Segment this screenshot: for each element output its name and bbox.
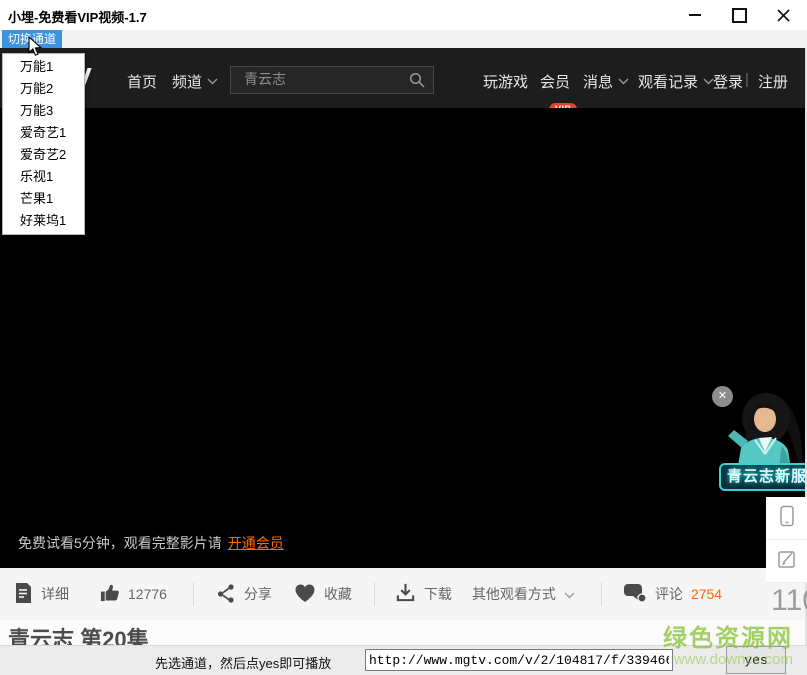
share-button[interactable]: 分享 bbox=[216, 583, 272, 606]
site-header: TV 首页 频道 玩游戏 VIP 会员 消息 观看记录 登录 | 注册 bbox=[0, 48, 807, 116]
feedback-button[interactable] bbox=[766, 540, 807, 583]
toolbar-divider bbox=[373, 582, 375, 606]
register-link[interactable]: 注册 bbox=[758, 71, 788, 92]
channel-dropdown: 万能1 万能2 万能3 爱奇艺1 爱奇艺2 乐视1 芒果1 好莱坞1 bbox=[2, 53, 85, 235]
window-title: 小埋-免费看VIP视频-1.7 bbox=[8, 10, 147, 25]
play-hint: 先选通道，然后点yes即可播放 bbox=[155, 656, 332, 671]
nav-home[interactable]: 首页 bbox=[127, 71, 157, 92]
nav-play-games[interactable]: 玩游戏 bbox=[483, 71, 528, 92]
nav-member[interactable]: 会员 bbox=[540, 71, 570, 92]
nav-channel[interactable]: 频道 bbox=[172, 71, 218, 92]
minimize-icon[interactable] bbox=[682, 4, 708, 26]
chevron-down-icon bbox=[207, 72, 218, 89]
channel-menu-item[interactable]: 爱奇艺2 bbox=[3, 144, 84, 166]
search-icon[interactable] bbox=[409, 72, 425, 93]
edit-icon bbox=[777, 549, 797, 574]
other-ways-dropdown[interactable]: 其他观看方式 bbox=[472, 584, 575, 604]
video-toolbar: 详细 12776 分享 收藏 下载 其他观看方式 评论 2754 bbox=[0, 568, 807, 620]
chevron-down-icon bbox=[618, 72, 629, 89]
video-info-strip: 青云志 第20集 bbox=[0, 620, 807, 645]
phone-icon bbox=[778, 505, 796, 532]
detail-button[interactable]: 详细 bbox=[14, 582, 69, 607]
channel-menu-item[interactable]: 万能3 bbox=[3, 100, 84, 122]
switch-channel-menu[interactable]: 切换通道 bbox=[2, 30, 63, 48]
video-title: 青云志 第20集 bbox=[8, 627, 149, 645]
document-icon bbox=[14, 582, 33, 607]
download-icon bbox=[395, 582, 416, 606]
channel-menu-item[interactable]: 好莱坞1 bbox=[3, 210, 84, 232]
app-window: 小埋-免费看VIP视频-1.7 切换通道 TV 首页 频道 玩游戏 VIP 会员… bbox=[0, 0, 807, 675]
promo-banner[interactable]: 青云志新服 bbox=[719, 463, 807, 491]
comments-count: 2754 bbox=[690, 586, 723, 602]
channel-menu-item[interactable]: 爱奇艺1 bbox=[3, 122, 84, 144]
video-player[interactable]: 免费试看5分钟，观看完整影片请 开通会员 ✕ 青云志新服 bbox=[0, 108, 807, 568]
favorite-button[interactable]: 收藏 bbox=[294, 583, 352, 606]
channel-menu-item[interactable]: 万能1 bbox=[3, 56, 84, 78]
bottom-control-bar: 先选通道，然后点yes即可播放 yes bbox=[0, 645, 807, 675]
channel-menu-item[interactable]: 芒果1 bbox=[3, 188, 84, 210]
comments-button[interactable]: 评论 2754 bbox=[623, 583, 723, 606]
chevron-down-icon bbox=[564, 586, 575, 602]
login-link[interactable]: 登录 bbox=[713, 71, 743, 92]
thumbs-up-icon bbox=[99, 582, 120, 606]
trial-notice: 免费试看5分钟，观看完整影片请 开通会员 bbox=[18, 535, 284, 551]
download-button[interactable]: 下载 bbox=[395, 582, 452, 606]
nav-messages[interactable]: 消息 bbox=[583, 71, 629, 92]
channel-menu-item[interactable]: 乐视1 bbox=[3, 166, 84, 188]
channel-menu-item[interactable]: 万能2 bbox=[3, 78, 84, 100]
partial-count: 110 bbox=[771, 584, 807, 617]
toolbar-divider bbox=[192, 582, 194, 606]
url-input[interactable] bbox=[365, 649, 673, 671]
comment-icon bbox=[623, 583, 647, 606]
mobile-button[interactable] bbox=[766, 497, 807, 540]
open-vip-link[interactable]: 开通会员 bbox=[228, 535, 284, 551]
search-box bbox=[230, 66, 434, 94]
maximize-icon[interactable] bbox=[726, 4, 752, 26]
nav-watch-history[interactable]: 观看记录 bbox=[638, 71, 714, 92]
search-input[interactable] bbox=[231, 67, 414, 91]
share-icon bbox=[216, 583, 236, 606]
menubar: 切换通道 bbox=[0, 30, 807, 48]
like-button[interactable]: 12776 bbox=[99, 582, 167, 606]
titlebar: 小埋-免费看VIP视频-1.7 bbox=[0, 0, 807, 30]
yes-button[interactable]: yes bbox=[726, 646, 786, 674]
toolbar-divider bbox=[600, 582, 602, 606]
close-icon[interactable] bbox=[770, 4, 796, 26]
nav-divider: | bbox=[745, 71, 749, 88]
heart-icon bbox=[294, 583, 316, 606]
